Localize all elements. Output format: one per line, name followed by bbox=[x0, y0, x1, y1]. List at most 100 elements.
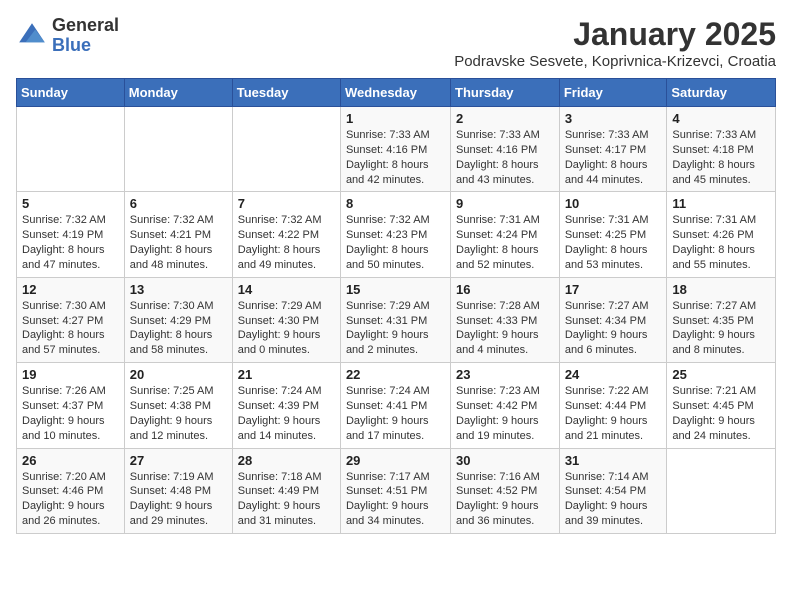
day-number: 2 bbox=[456, 111, 554, 126]
day-info: Sunrise: 7:14 AM Sunset: 4:54 PM Dayligh… bbox=[565, 470, 662, 529]
day-info: Sunrise: 7:16 AM Sunset: 4:52 PM Dayligh… bbox=[456, 470, 554, 529]
calendar-week-row: 12 Sunrise: 7:30 AM Sunset: 4:27 PM Dayli… bbox=[17, 277, 776, 362]
calendar-cell: 23 Sunrise: 7:23 AM Sunset: 4:42 PM Dayli… bbox=[451, 363, 560, 448]
day-number: 13 bbox=[130, 282, 227, 297]
calendar-cell: 31 Sunrise: 7:14 AM Sunset: 4:54 PM Dayli… bbox=[559, 448, 667, 533]
day-number: 1 bbox=[346, 111, 445, 126]
calendar-cell: 17 Sunrise: 7:27 AM Sunset: 4:34 PM Dayli… bbox=[559, 277, 667, 362]
calendar-week-row: 19 Sunrise: 7:26 AM Sunset: 4:37 PM Dayli… bbox=[17, 363, 776, 448]
day-number: 21 bbox=[238, 367, 335, 382]
calendar-week-row: 26Sunrise: 7:20 AM Sunset: 4:46 PM Dayli… bbox=[17, 448, 776, 533]
day-number: 28 bbox=[238, 453, 335, 468]
day-info: Sunrise: 7:19 AM Sunset: 4:48 PM Dayligh… bbox=[130, 470, 227, 529]
day-info: Sunrise: 7:28 AM Sunset: 4:33 PM Dayligh… bbox=[456, 299, 554, 358]
page-header: General Blue January 2025 Podravske Sesv… bbox=[16, 16, 776, 70]
header-day: Wednesday bbox=[340, 79, 450, 107]
day-number: 23 bbox=[456, 367, 554, 382]
header-day: Tuesday bbox=[232, 79, 340, 107]
calendar-cell: 13Sunrise: 7:30 AM Sunset: 4:29 PM Dayli… bbox=[124, 277, 232, 362]
day-info: Sunrise: 7:33 AM Sunset: 4:17 PM Dayligh… bbox=[565, 128, 662, 187]
calendar-cell: 19 Sunrise: 7:26 AM Sunset: 4:37 PM Dayli… bbox=[17, 363, 125, 448]
header-day: Thursday bbox=[451, 79, 560, 107]
day-number: 30 bbox=[456, 453, 554, 468]
day-info: Sunrise: 7:29 AM Sunset: 4:31 PM Dayligh… bbox=[346, 299, 445, 358]
day-info: Sunrise: 7:24 AM Sunset: 4:41 PM Dayligh… bbox=[346, 384, 445, 443]
day-info: Sunrise: 7:32 AM Sunset: 4:23 PM Dayligh… bbox=[346, 213, 445, 272]
day-number: 3 bbox=[565, 111, 662, 126]
calendar-cell: 26Sunrise: 7:20 AM Sunset: 4:46 PM Dayli… bbox=[17, 448, 125, 533]
calendar-week-row: 1 Sunrise: 7:33 AM Sunset: 4:16 PM Daylig… bbox=[17, 107, 776, 192]
calendar-cell: 4 Sunrise: 7:33 AM Sunset: 4:18 PM Daylig… bbox=[667, 107, 776, 192]
calendar-cell: 1 Sunrise: 7:33 AM Sunset: 4:16 PM Daylig… bbox=[340, 107, 450, 192]
header-row: SundayMondayTuesdayWednesdayThursdayFrid… bbox=[17, 79, 776, 107]
calendar-cell: 24 Sunrise: 7:22 AM Sunset: 4:44 PM Dayli… bbox=[559, 363, 667, 448]
day-number: 12 bbox=[22, 282, 119, 297]
day-number: 20 bbox=[130, 367, 227, 382]
header-day: Friday bbox=[559, 79, 667, 107]
day-number: 31 bbox=[565, 453, 662, 468]
calendar-cell: 9Sunrise: 7:31 AM Sunset: 4:24 PM Daylig… bbox=[451, 192, 560, 277]
calendar-cell: 27 Sunrise: 7:19 AM Sunset: 4:48 PM Dayli… bbox=[124, 448, 232, 533]
logo-blue: Blue bbox=[52, 36, 119, 56]
day-number: 4 bbox=[672, 111, 770, 126]
day-info: Sunrise: 7:20 AM Sunset: 4:46 PM Dayligh… bbox=[22, 470, 119, 529]
day-info: Sunrise: 7:18 AM Sunset: 4:49 PM Dayligh… bbox=[238, 470, 335, 529]
header-day: Saturday bbox=[667, 79, 776, 107]
calendar-cell: 18Sunrise: 7:27 AM Sunset: 4:35 PM Dayli… bbox=[667, 277, 776, 362]
calendar-cell: 16 Sunrise: 7:28 AM Sunset: 4:33 PM Dayli… bbox=[451, 277, 560, 362]
day-number: 19 bbox=[22, 367, 119, 382]
calendar-cell: 12 Sunrise: 7:30 AM Sunset: 4:27 PM Dayli… bbox=[17, 277, 125, 362]
day-info: Sunrise: 7:33 AM Sunset: 4:18 PM Dayligh… bbox=[672, 128, 770, 187]
day-info: Sunrise: 7:22 AM Sunset: 4:44 PM Dayligh… bbox=[565, 384, 662, 443]
day-number: 29 bbox=[346, 453, 445, 468]
calendar-cell: 20 Sunrise: 7:25 AM Sunset: 4:38 PM Dayli… bbox=[124, 363, 232, 448]
day-number: 15 bbox=[346, 282, 445, 297]
day-info: Sunrise: 7:33 AM Sunset: 4:16 PM Dayligh… bbox=[346, 128, 445, 187]
day-number: 14 bbox=[238, 282, 335, 297]
day-info: Sunrise: 7:29 AM Sunset: 4:30 PM Dayligh… bbox=[238, 299, 335, 358]
calendar-cell: 15 Sunrise: 7:29 AM Sunset: 4:31 PM Dayli… bbox=[340, 277, 450, 362]
header-day: Monday bbox=[124, 79, 232, 107]
logo-icon bbox=[16, 20, 48, 52]
calendar-cell bbox=[232, 107, 340, 192]
subtitle: Podravske Sesvete, Koprivnica-Krizevci, … bbox=[454, 53, 776, 70]
day-info: Sunrise: 7:32 AM Sunset: 4:21 PM Dayligh… bbox=[130, 213, 227, 272]
day-number: 7 bbox=[238, 196, 335, 211]
day-number: 9 bbox=[456, 196, 554, 211]
day-info: Sunrise: 7:26 AM Sunset: 4:37 PM Dayligh… bbox=[22, 384, 119, 443]
day-number: 17 bbox=[565, 282, 662, 297]
calendar-cell: 29Sunrise: 7:17 AM Sunset: 4:51 PM Dayli… bbox=[340, 448, 450, 533]
logo: General Blue bbox=[16, 16, 119, 56]
day-info: Sunrise: 7:23 AM Sunset: 4:42 PM Dayligh… bbox=[456, 384, 554, 443]
title-section: January 2025 Podravske Sesvete, Koprivni… bbox=[454, 16, 776, 70]
day-info: Sunrise: 7:31 AM Sunset: 4:25 PM Dayligh… bbox=[565, 213, 662, 272]
day-info: Sunrise: 7:25 AM Sunset: 4:38 PM Dayligh… bbox=[130, 384, 227, 443]
calendar-cell: 2 Sunrise: 7:33 AM Sunset: 4:16 PM Daylig… bbox=[451, 107, 560, 192]
calendar-cell: 21Sunrise: 7:24 AM Sunset: 4:39 PM Dayli… bbox=[232, 363, 340, 448]
day-info: Sunrise: 7:27 AM Sunset: 4:34 PM Dayligh… bbox=[565, 299, 662, 358]
day-number: 16 bbox=[456, 282, 554, 297]
calendar-cell: 5 Sunrise: 7:32 AM Sunset: 4:19 PM Daylig… bbox=[17, 192, 125, 277]
calendar-cell: 8Sunrise: 7:32 AM Sunset: 4:23 PM Daylig… bbox=[340, 192, 450, 277]
logo-general: General bbox=[52, 16, 119, 36]
calendar-cell: 30 Sunrise: 7:16 AM Sunset: 4:52 PM Dayli… bbox=[451, 448, 560, 533]
calendar-cell bbox=[667, 448, 776, 533]
day-number: 10 bbox=[565, 196, 662, 211]
day-number: 18 bbox=[672, 282, 770, 297]
calendar-header: SundayMondayTuesdayWednesdayThursdayFrid… bbox=[17, 79, 776, 107]
calendar-cell: 25Sunrise: 7:21 AM Sunset: 4:45 PM Dayli… bbox=[667, 363, 776, 448]
calendar-cell: 7Sunrise: 7:32 AM Sunset: 4:22 PM Daylig… bbox=[232, 192, 340, 277]
calendar-table: SundayMondayTuesdayWednesdayThursdayFrid… bbox=[16, 78, 776, 534]
day-number: 27 bbox=[130, 453, 227, 468]
logo-text: General Blue bbox=[52, 16, 119, 56]
day-info: Sunrise: 7:33 AM Sunset: 4:16 PM Dayligh… bbox=[456, 128, 554, 187]
calendar-cell: 11Sunrise: 7:31 AM Sunset: 4:26 PM Dayli… bbox=[667, 192, 776, 277]
calendar-cell bbox=[17, 107, 125, 192]
day-number: 24 bbox=[565, 367, 662, 382]
day-number: 6 bbox=[130, 196, 227, 211]
day-info: Sunrise: 7:32 AM Sunset: 4:19 PM Dayligh… bbox=[22, 213, 119, 272]
day-number: 11 bbox=[672, 196, 770, 211]
day-info: Sunrise: 7:30 AM Sunset: 4:27 PM Dayligh… bbox=[22, 299, 119, 358]
calendar-body: 1 Sunrise: 7:33 AM Sunset: 4:16 PM Daylig… bbox=[17, 107, 776, 534]
day-number: 5 bbox=[22, 196, 119, 211]
